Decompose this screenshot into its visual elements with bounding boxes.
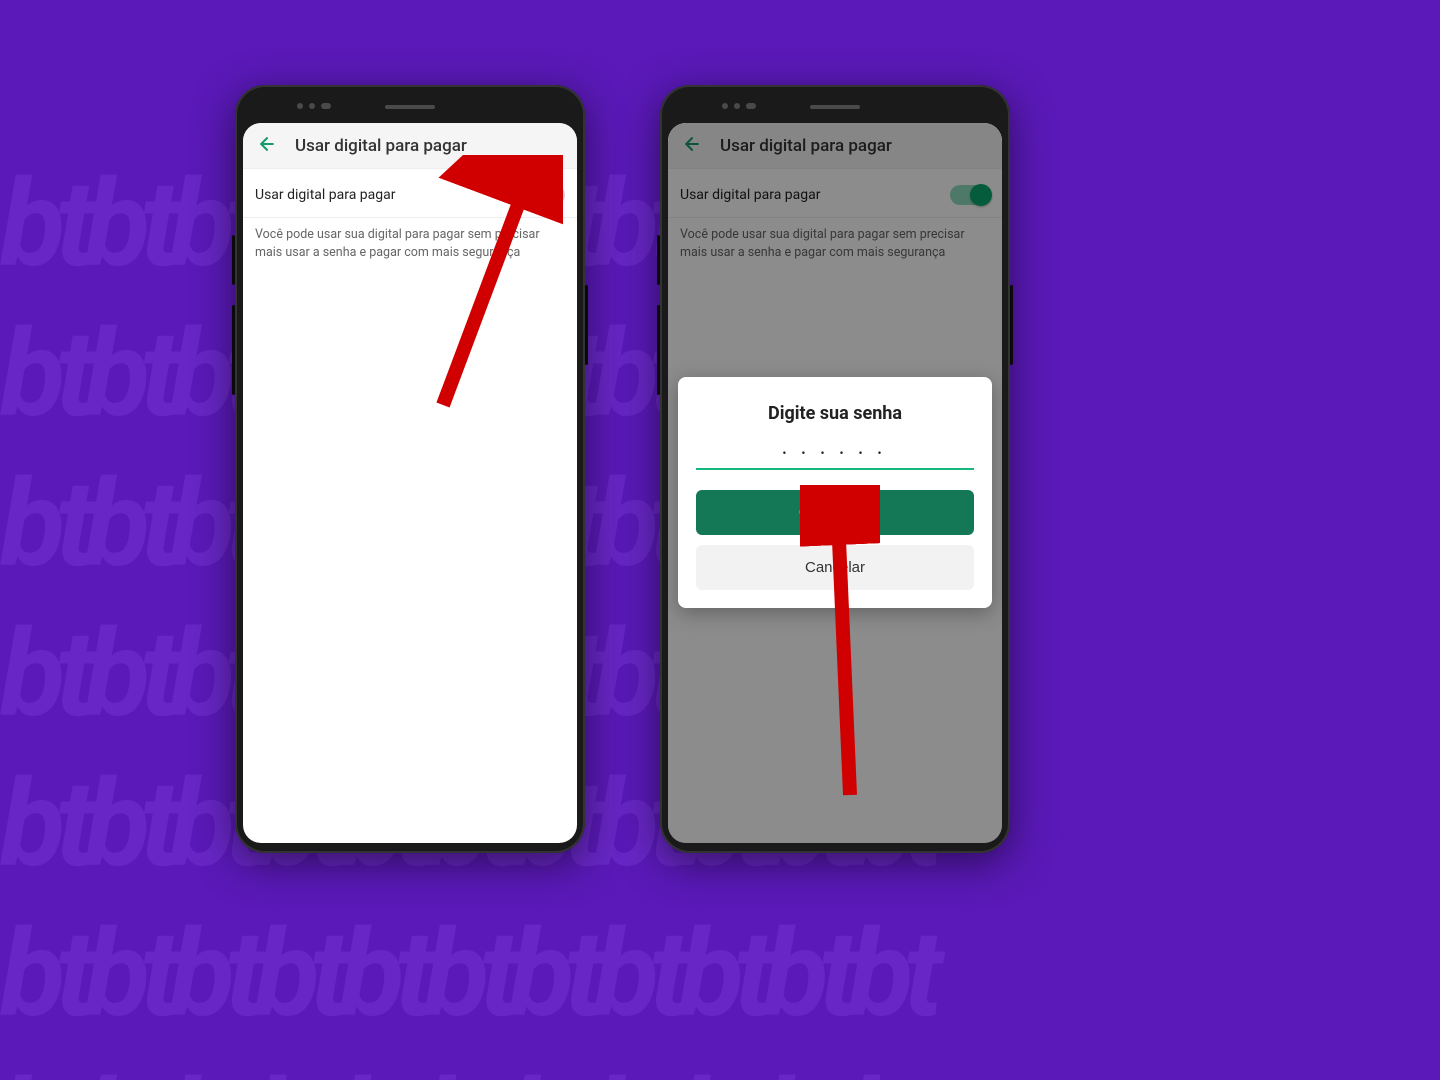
phone-side-button: [1010, 285, 1013, 365]
phone-sensor-dots: [722, 103, 756, 109]
phone-side-button: [585, 285, 588, 365]
phone-speaker: [810, 105, 860, 109]
page-title: Usar digital para pagar: [295, 136, 467, 156]
phone-side-button: [232, 305, 235, 395]
app-header: Usar digital para pagar: [243, 123, 577, 169]
setting-row-fingerprint-pay[interactable]: Usar digital para pagar: [243, 169, 577, 218]
phone-screen-right: Usar digital para pagar Usar digital par…: [668, 123, 1002, 843]
password-modal: Digite sua senha • • • • • • Confirmar C…: [678, 377, 992, 608]
phone-screen-left: Usar digital para pagar Usar digital par…: [243, 123, 577, 843]
setting-label: Usar digital para pagar: [255, 187, 396, 203]
setting-description: Você pode usar sua digital para pagar se…: [243, 218, 577, 261]
phone-side-button: [232, 235, 235, 285]
phone-side-button: [657, 305, 660, 395]
phone-mockup-left: Usar digital para pagar Usar digital par…: [235, 85, 585, 853]
cancel-button[interactable]: Cancelar: [696, 545, 974, 590]
confirm-button[interactable]: Confirmar: [696, 490, 974, 535]
modal-title: Digite sua senha: [696, 403, 974, 424]
phone-speaker: [385, 105, 435, 109]
toggle-fingerprint-pay[interactable]: [525, 185, 565, 205]
phone-sensor-dots: [297, 103, 331, 109]
phone-side-button: [657, 235, 660, 285]
phone-mockup-right: Usar digital para pagar Usar digital par…: [660, 85, 1010, 853]
password-input[interactable]: • • • • • •: [696, 446, 974, 470]
back-arrow-icon[interactable]: [253, 130, 281, 161]
